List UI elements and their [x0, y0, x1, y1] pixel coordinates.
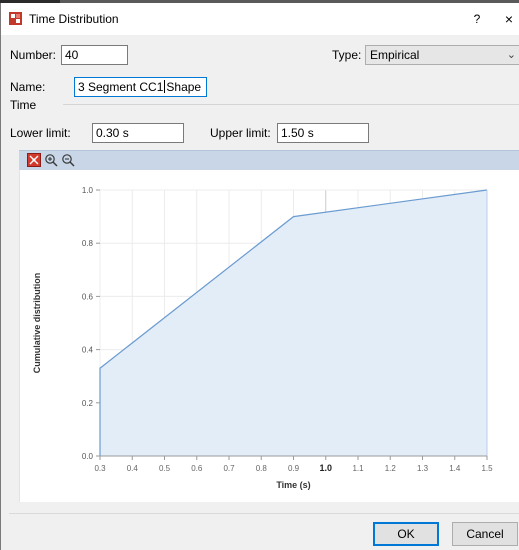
x-tick-label: 0.3	[94, 464, 106, 473]
chart-area: 0.0 0.2 0.4 0.6 0.8 1.0 0.3 0.4 0.5 0.6 0.7 0.8 0.9 1…	[19, 170, 519, 502]
x-tick-label: 0.9	[288, 464, 300, 473]
help-button[interactable]: ?	[467, 9, 487, 29]
time-group-label: Time	[10, 98, 37, 112]
upper-limit-label: Upper limit:	[210, 126, 271, 140]
x-tick-label: 1.3	[417, 464, 429, 473]
cancel-button[interactable]: Cancel	[452, 522, 518, 546]
number-field[interactable]: 40	[61, 45, 128, 65]
type-label: Type:	[332, 48, 362, 62]
zoom-in-icon[interactable]	[44, 153, 58, 167]
lower-limit-label: Lower limit:	[10, 126, 71, 140]
type-select-value: Empirical	[370, 48, 420, 62]
title-bar[interactable]: Time Distribution ? ×	[1, 3, 519, 35]
y-tick-label: 0.6	[82, 292, 94, 301]
ok-button[interactable]: OK	[373, 522, 439, 546]
x-tick-label: 1.0	[319, 463, 332, 473]
x-tick-label: 0.8	[256, 464, 268, 473]
x-tick-label: 1.4	[449, 464, 461, 473]
x-tick-label: 1.2	[385, 464, 397, 473]
y-tick-label: 1.0	[82, 186, 94, 195]
lower-limit-field[interactable]: 0.30 s	[92, 123, 184, 143]
y-axis-title: Cumulative distribution	[32, 273, 42, 374]
upper-limit-field[interactable]: 1.50 s	[277, 123, 369, 143]
x-axis-title: Time (s)	[276, 480, 310, 490]
chart-toolbar	[19, 150, 519, 170]
zoom-out-icon[interactable]	[61, 153, 75, 167]
chevron-down-icon: ⌄	[506, 49, 516, 61]
time-group-divider	[63, 104, 519, 105]
y-tick-label: 0.2	[82, 399, 94, 408]
dialog-title: Time Distribution	[29, 12, 119, 26]
x-tick-label: 1.5	[481, 464, 493, 473]
name-text-after-caret: Shape	[166, 80, 202, 94]
x-tick-label: 0.5	[159, 464, 171, 473]
time-distribution-dialog: Time Distribution ? × Number: 40 Type: E…	[0, 3, 519, 550]
type-select[interactable]: Empirical ⌄	[365, 45, 519, 65]
x-tick-label: 0.7	[223, 464, 235, 473]
fit-view-icon[interactable]	[27, 153, 41, 167]
y-tick-label: 0.0	[82, 452, 94, 461]
name-label: Name:	[10, 80, 46, 94]
name-text-before-caret: 3 Segment CC1	[78, 80, 164, 94]
x-tick-label: 0.6	[191, 464, 203, 473]
footer-divider	[9, 513, 519, 514]
close-button[interactable]: ×	[499, 9, 519, 29]
y-tick-label: 0.8	[82, 239, 94, 248]
cumulative-distribution-chart: 0.0 0.2 0.4 0.6 0.8 1.0 0.3 0.4 0.5 0.6 0.7 0.8 0.9 1…	[32, 186, 493, 490]
y-tick-label: 0.4	[82, 346, 94, 355]
x-tick-label: 1.1	[352, 464, 364, 473]
number-label: Number:	[10, 48, 57, 62]
name-field[interactable]: 3 Segment CC1 Shape	[74, 77, 207, 97]
x-tick-label: 0.4	[127, 464, 139, 473]
app-icon	[9, 12, 22, 25]
